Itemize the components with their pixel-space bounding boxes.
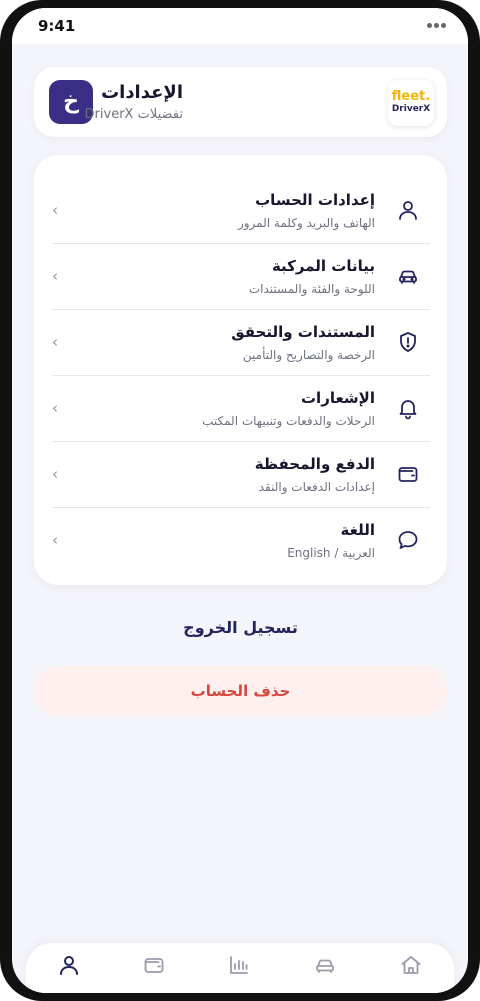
settings-item-subtitle: الرحلات والدفعات وتنبيهات المكتب [202,414,375,428]
settings-item-payment[interactable]: الدفع والمحفظة إعدادات الدفعات والنقد ‹ [52,442,430,508]
settings-list: إعدادات الحساب الهاتف والبريد وكلمة المر… [34,155,447,585]
wallet-icon [396,462,420,486]
delete-account-button[interactable]: حذف الحساب [34,666,447,716]
chevron-left-icon: ‹ [52,399,58,417]
brand-logo: fleet. DriverX [388,80,434,126]
status-time: 9:41 [38,17,76,35]
settings-item-account[interactable]: إعدادات الحساب الهاتف والبريد وكلمة المر… [52,178,430,244]
settings-item-subtitle: الرخصة والتصاريح والتأمين [242,348,375,362]
settings-item-title: إعدادات الحساب [255,191,375,209]
chat-bubble-icon [396,528,420,552]
settings-item-title: بيانات المركبة [271,257,375,275]
user-icon [396,198,420,222]
nav-profile-icon[interactable] [57,953,81,977]
chevron-left-icon: ‹ [52,201,58,219]
logout-button[interactable]: تسجيل الخروج [34,608,447,648]
app-screen: 9:41 خ الإعدادات تفضيلات DriverX fleet. … [12,8,468,993]
settings-item-subtitle: العربية / English [287,546,375,560]
phone-frame: 9:41 خ الإعدادات تفضيلات DriverX fleet. … [0,0,480,1001]
bell-icon [396,396,420,420]
shield-alert-icon [396,330,420,354]
settings-item-title: الإشعارات [300,389,375,407]
car-icon [396,264,420,288]
status-bar: 9:41 [12,8,468,44]
settings-item-notifications[interactable]: الإشعارات الرحلات والدفعات وتنبيهات المك… [52,376,430,442]
settings-item-subtitle: الهاتف والبريد وكلمة المرور [237,216,375,230]
settings-item-subtitle: اللوحة والفئة والمستندات [248,282,375,296]
nav-car-icon[interactable] [313,953,337,977]
settings-item-title: الدفع والمحفظة [254,455,375,473]
bottom-nav [26,943,454,993]
chevron-left-icon: ‹ [52,531,58,549]
page-title: الإعدادات [101,82,183,103]
settings-item-documents[interactable]: المستندات والتحقق الرخصة والتصاريح والتأ… [52,310,430,376]
nav-home-icon[interactable] [399,953,423,977]
brand-logo-fleet: fleet. [391,89,431,104]
nav-wallet-icon[interactable] [142,953,166,977]
chevron-left-icon: ‹ [52,267,58,285]
page-subtitle: تفضيلات DriverX [84,107,183,122]
settings-item-title: المستندات والتحقق [231,323,375,341]
settings-item-vehicle[interactable]: بيانات المركبة اللوحة والفئة والمستندات … [52,244,430,310]
header-card: خ الإعدادات تفضيلات DriverX fleet. Drive… [34,67,447,137]
brand-logo-driverx: DriverX [391,104,431,114]
settings-item-language[interactable]: اللغة العربية / English ‹ [52,508,430,574]
chevron-left-icon: ‹ [52,333,58,351]
settings-item-subtitle: إعدادات الدفعات والنقد [258,480,375,494]
status-more-icon [427,23,446,28]
nav-chart-icon[interactable] [227,953,251,977]
settings-item-title: اللغة [340,521,375,539]
chevron-left-icon: ‹ [52,465,58,483]
